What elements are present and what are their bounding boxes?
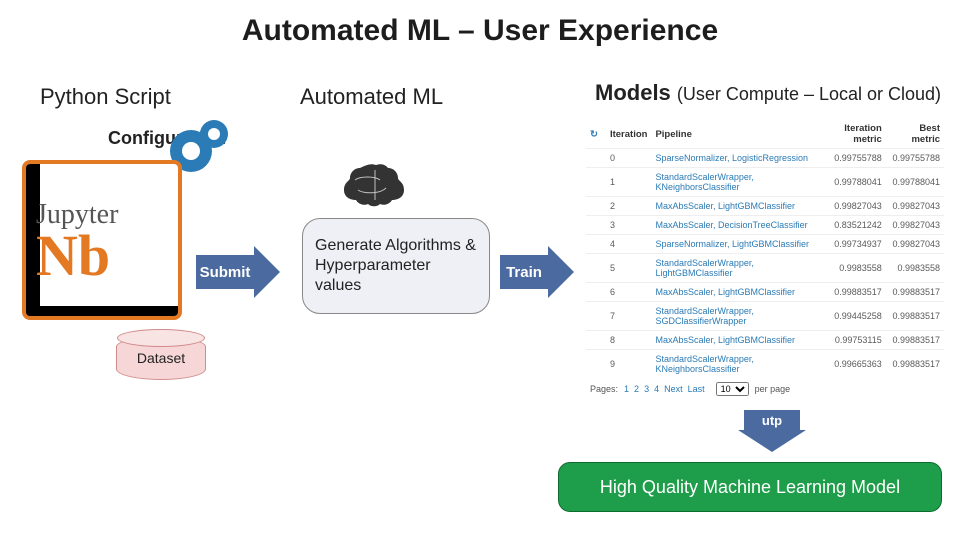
cell-pipeline[interactable]: SparseNormalizer, LightGBMClassifier: [651, 235, 816, 254]
cell-pipeline[interactable]: MaxAbsScaler, LightGBMClassifier: [651, 197, 816, 216]
table-row: 5StandardScalerWrapper, LightGBMClassifi…: [586, 254, 944, 283]
table-row: 3MaxAbsScaler, DecisionTreeClassifier0.8…: [586, 216, 944, 235]
brain-icon: [340, 160, 410, 210]
pager-label: Pages:: [590, 384, 618, 394]
cell-pipeline[interactable]: SparseNormalizer, LogisticRegression: [651, 149, 816, 168]
cell-iteration: 0: [606, 149, 651, 168]
jupyter-nb-text: Nb: [36, 231, 110, 280]
dataset-label: Dataset: [137, 350, 185, 366]
cell-iteration: 8: [606, 331, 651, 350]
cell-iteration: 1: [606, 168, 651, 197]
cell-iteration: 6: [606, 283, 651, 302]
submit-arrow-label: Submit: [196, 255, 254, 289]
cell-best: 0.99827043: [886, 197, 944, 216]
output-box: High Quality Machine Learning Model: [558, 462, 942, 512]
table-row: 4SparseNormalizer, LightGBMClassifier0.9…: [586, 235, 944, 254]
cell-iteration: 9: [606, 350, 651, 379]
output-arrow: utp: [738, 410, 806, 452]
automl-generate-text: Generate Algorithms & Hyperparameter val…: [315, 236, 477, 296]
cell-imetric: 0.99753115: [817, 331, 886, 350]
models-label: Models: [595, 80, 671, 105]
cell-best: 0.99883517: [886, 302, 944, 331]
cell-pipeline[interactable]: StandardScalerWrapper, KNeighborsClassif…: [651, 350, 816, 379]
refresh-icon[interactable]: ↻: [590, 129, 598, 140]
th-iteration: Iteration: [606, 120, 651, 149]
perpage-select[interactable]: 10: [716, 382, 749, 396]
table-row: 2MaxAbsScaler, LightGBMClassifier0.99827…: [586, 197, 944, 216]
pager-link[interactable]: Last: [688, 384, 705, 394]
perpage-suffix: per page: [755, 384, 791, 394]
cell-pipeline[interactable]: MaxAbsScaler, DecisionTreeClassifier: [651, 216, 816, 235]
dataset-cylinder: Dataset: [116, 336, 206, 380]
table-row: 6MaxAbsScaler, LightGBMClassifier0.99883…: [586, 283, 944, 302]
cell-best: 0.99827043: [886, 235, 944, 254]
cell-best: 0.99883517: [886, 331, 944, 350]
automl-generate-box: Generate Algorithms & Hyperparameter val…: [302, 218, 490, 314]
train-arrow: Train: [500, 246, 574, 298]
th-pipeline: Pipeline: [651, 120, 816, 149]
pager-link[interactable]: 3: [644, 384, 649, 394]
pager-link[interactable]: 4: [654, 384, 659, 394]
cell-imetric: 0.9983558: [817, 254, 886, 283]
models-sublabel: (User Compute – Local or Cloud): [677, 84, 941, 104]
cell-imetric: 0.99734937: [817, 235, 886, 254]
th-iteration-metric: Iteration metric: [817, 120, 886, 149]
table-row: 9StandardScalerWrapper, KNeighborsClassi…: [586, 350, 944, 379]
cell-imetric: 0.99827043: [817, 197, 886, 216]
cell-best: 0.99755788: [886, 149, 944, 168]
cell-pipeline[interactable]: MaxAbsScaler, LightGBMClassifier: [651, 331, 816, 350]
column-label-models: Models (User Compute – Local or Cloud): [595, 80, 941, 106]
cell-iteration: 7: [606, 302, 651, 331]
output-text: High Quality Machine Learning Model: [600, 477, 900, 498]
pager-link[interactable]: 1: [624, 384, 629, 394]
page-title: Automated ML – User Experience: [0, 14, 960, 48]
pager: Pages: 1234 Next Last 10 per page: [586, 378, 944, 400]
submit-arrow: Submit: [196, 246, 280, 298]
pager-link[interactable]: Next: [664, 384, 683, 394]
cell-iteration: 4: [606, 235, 651, 254]
cell-imetric: 0.99883517: [817, 283, 886, 302]
cell-best: 0.99883517: [886, 350, 944, 379]
cell-pipeline[interactable]: StandardScalerWrapper, SGDClassifierWrap…: [651, 302, 816, 331]
table-row: 0SparseNormalizer, LogisticRegression0.9…: [586, 149, 944, 168]
th-best-metric: Best metric: [886, 120, 944, 149]
table-row: 8MaxAbsScaler, LightGBMClassifier0.99753…: [586, 331, 944, 350]
cell-pipeline[interactable]: StandardScalerWrapper, LightGBMClassifie…: [651, 254, 816, 283]
output-arrow-label: utp: [744, 410, 800, 430]
column-label-python: Python Script: [40, 84, 171, 110]
cell-best: 0.9983558: [886, 254, 944, 283]
jupyter-tile: Jupyter Nb: [22, 160, 182, 320]
cell-best: 0.99883517: [886, 283, 944, 302]
cell-best: 0.99788041: [886, 168, 944, 197]
cell-imetric: 0.99755788: [817, 149, 886, 168]
cell-iteration: 5: [606, 254, 651, 283]
pager-link[interactable]: 2: [634, 384, 639, 394]
cell-imetric: 0.99788041: [817, 168, 886, 197]
results-table: ↻ Iteration Pipeline Iteration metric Be…: [586, 120, 944, 400]
cell-imetric: 0.83521242: [817, 216, 886, 235]
cell-imetric: 0.99445258: [817, 302, 886, 331]
cell-pipeline[interactable]: MaxAbsScaler, LightGBMClassifier: [651, 283, 816, 302]
train-arrow-label: Train: [500, 255, 548, 289]
table-row: 7StandardScalerWrapper, SGDClassifierWra…: [586, 302, 944, 331]
column-label-automl: Automated ML: [300, 84, 443, 110]
cell-pipeline[interactable]: StandardScalerWrapper, KNeighborsClassif…: [651, 168, 816, 197]
table-row: 1StandardScalerWrapper, KNeighborsClassi…: [586, 168, 944, 197]
cell-best: 0.99827043: [886, 216, 944, 235]
cell-iteration: 2: [606, 197, 651, 216]
cell-imetric: 0.99665363: [817, 350, 886, 379]
cell-iteration: 3: [606, 216, 651, 235]
